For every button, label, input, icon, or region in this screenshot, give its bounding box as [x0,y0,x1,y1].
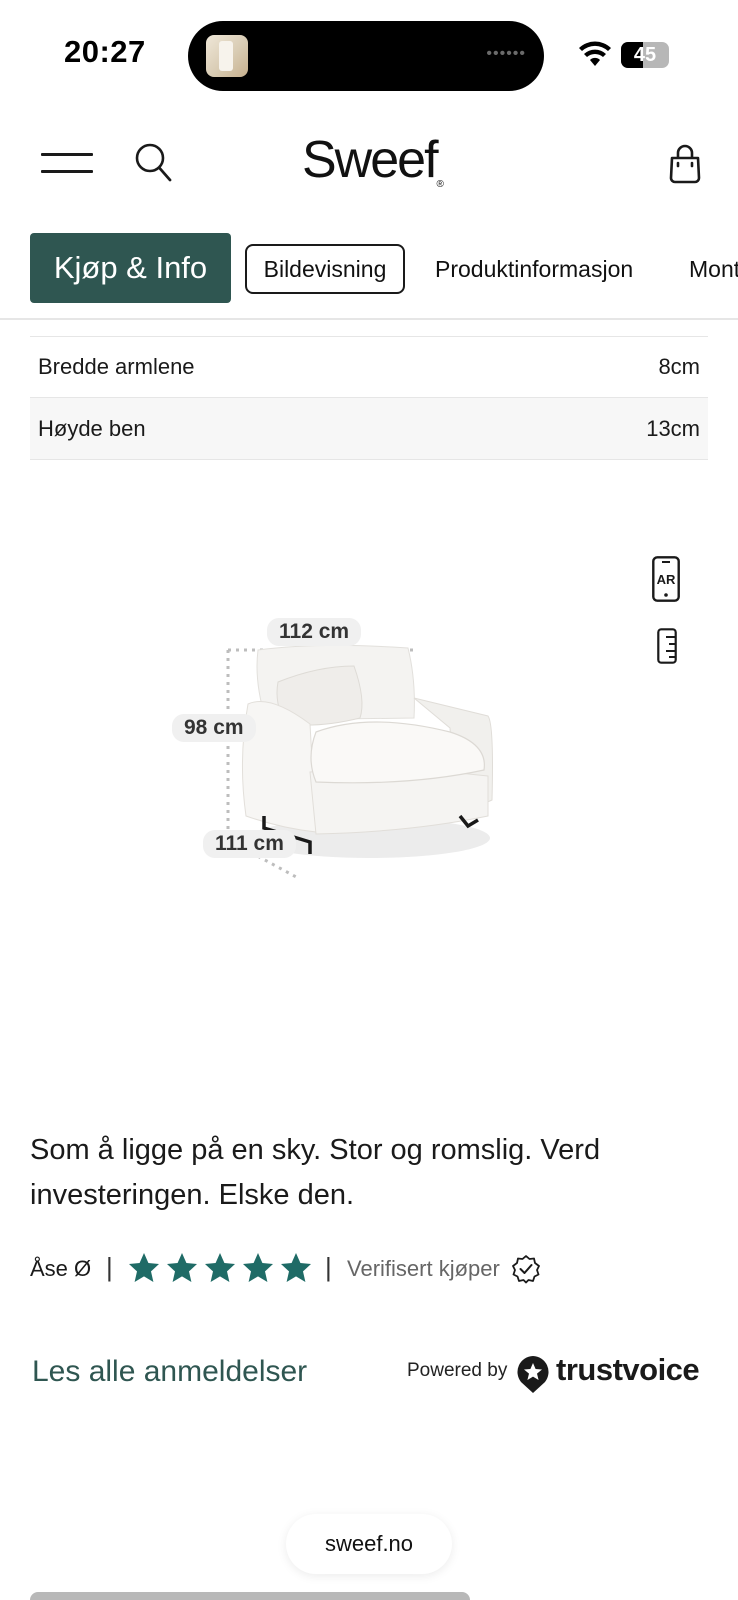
spec-row: Høyde ben 13cm [30,398,708,460]
verified-buyer-label: Verifisert kjøper [347,1256,500,1281]
review-meta: Åse Ø | | Verifisert kjøper [30,1252,710,1292]
trustvoice-brand[interactable]: trustvoice [556,1352,700,1388]
spec-row: Bredde armlene 8cm [30,336,708,398]
now-playing-thumbnail [206,35,248,77]
powered-by-label: Powered by [407,1360,508,1381]
hamburger-menu-icon[interactable] [41,153,93,173]
tab-bildevisning[interactable]: Bildevisning [245,244,405,294]
verified-badge-icon [512,1255,540,1284]
product-tabs: Kjøp & Info Bildevisning Produktinformas… [0,220,738,320]
star-icon [243,1253,273,1282]
reviewer-name: Åse Ø [30,1256,92,1281]
spec-value: 13cm [646,415,700,441]
brand-logo[interactable]: Sweef® [302,130,444,190]
dimension-height-label: 98 cm [172,714,256,742]
wifi-icon [579,41,611,66]
url-bar[interactable]: sweef.no [286,1514,452,1574]
spec-value: 8cm [658,354,700,379]
separator: | [106,1252,113,1282]
ruler-icon[interactable] [657,628,677,664]
review-text: Som å ligge på en sky. Stor og romslig. … [30,1134,601,1211]
shopping-bag-icon[interactable] [668,144,702,184]
tab-kjop-info[interactable]: Kjøp & Info [30,233,231,303]
ar-view-icon[interactable]: AR [652,556,680,602]
read-all-reviews-link[interactable]: Les alle anmeldelser [32,1355,307,1389]
status-bar: 20:27 •••••• 45 [0,0,738,100]
star-icon [167,1253,197,1282]
spec-table: Bredde armlene 8cm Høyde ben 13cm [30,336,708,460]
next-section-preview [30,1592,470,1600]
product-image[interactable]: 112 cm 98 cm 111 cm [170,618,520,900]
logo-mark: ® [436,179,444,190]
separator: | [325,1252,332,1282]
activity-dots-icon: •••••• [486,45,526,62]
spec-label: Høyde ben [38,415,146,441]
dimension-width-label: 112 cm [267,618,362,646]
armchair-illustration [226,644,493,880]
battery-icon: 45 [621,42,669,68]
star-icon [281,1253,311,1282]
dynamic-island: •••••• [188,21,544,91]
tab-montering[interactable]: Mont [689,244,738,294]
star-icon [129,1253,159,1282]
ar-label: AR [657,572,676,587]
dimension-depth-label: 111 cm [203,830,296,858]
status-time: 20:27 [64,34,146,69]
logo-text: Sweef [302,131,439,189]
spec-label: Bredde armlene [38,354,195,379]
site-header: Sweef® [0,100,738,220]
trustvoice-logo-icon[interactable] [515,1354,551,1394]
search-icon[interactable] [134,142,172,182]
star-icon [205,1253,235,1282]
battery-level: 45 [633,44,657,66]
tab-produktinformasjon[interactable]: Produktinformasjon [435,244,633,294]
